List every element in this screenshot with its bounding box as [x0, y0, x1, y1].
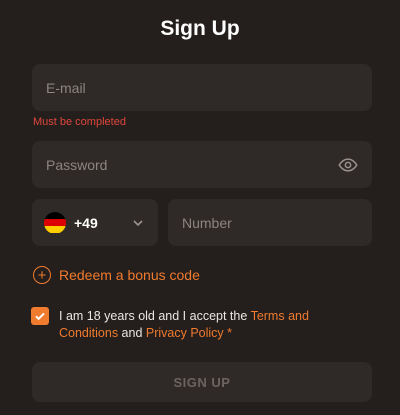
age-terms-checkbox[interactable] [31, 307, 49, 325]
email-error-message: Must be completed [33, 116, 126, 128]
country-code-value: +49 [74, 214, 98, 231]
email-input[interactable] [32, 79, 372, 96]
phone-number-input[interactable] [168, 214, 372, 231]
required-mark: * [223, 326, 233, 340]
password-field[interactable] [32, 141, 372, 188]
redeem-bonus-code-link[interactable]: + Redeem a bonus code [33, 266, 200, 284]
page-title: Sign Up [160, 17, 240, 40]
country-code-select[interactable]: +49 [32, 199, 158, 246]
sign-up-button[interactable]: SIGN UP [32, 362, 372, 402]
redeem-bonus-label: Redeem a bonus code [59, 267, 200, 283]
consent-text-middle: and [118, 326, 146, 340]
phone-number-field[interactable] [168, 199, 372, 246]
eye-icon[interactable] [338, 155, 358, 175]
plus-circle-icon: + [33, 266, 51, 284]
email-field[interactable] [32, 64, 372, 111]
consent-text: I am 18 years old and I accept the Terms… [59, 308, 369, 342]
checkmark-icon [35, 312, 45, 321]
privacy-policy-link[interactable]: Privacy Policy [146, 326, 224, 340]
consent-text-before: I am 18 years old and I accept the [59, 309, 251, 323]
germany-flag-icon [44, 211, 66, 234]
password-input[interactable] [32, 156, 372, 173]
chevron-down-icon [133, 220, 143, 227]
